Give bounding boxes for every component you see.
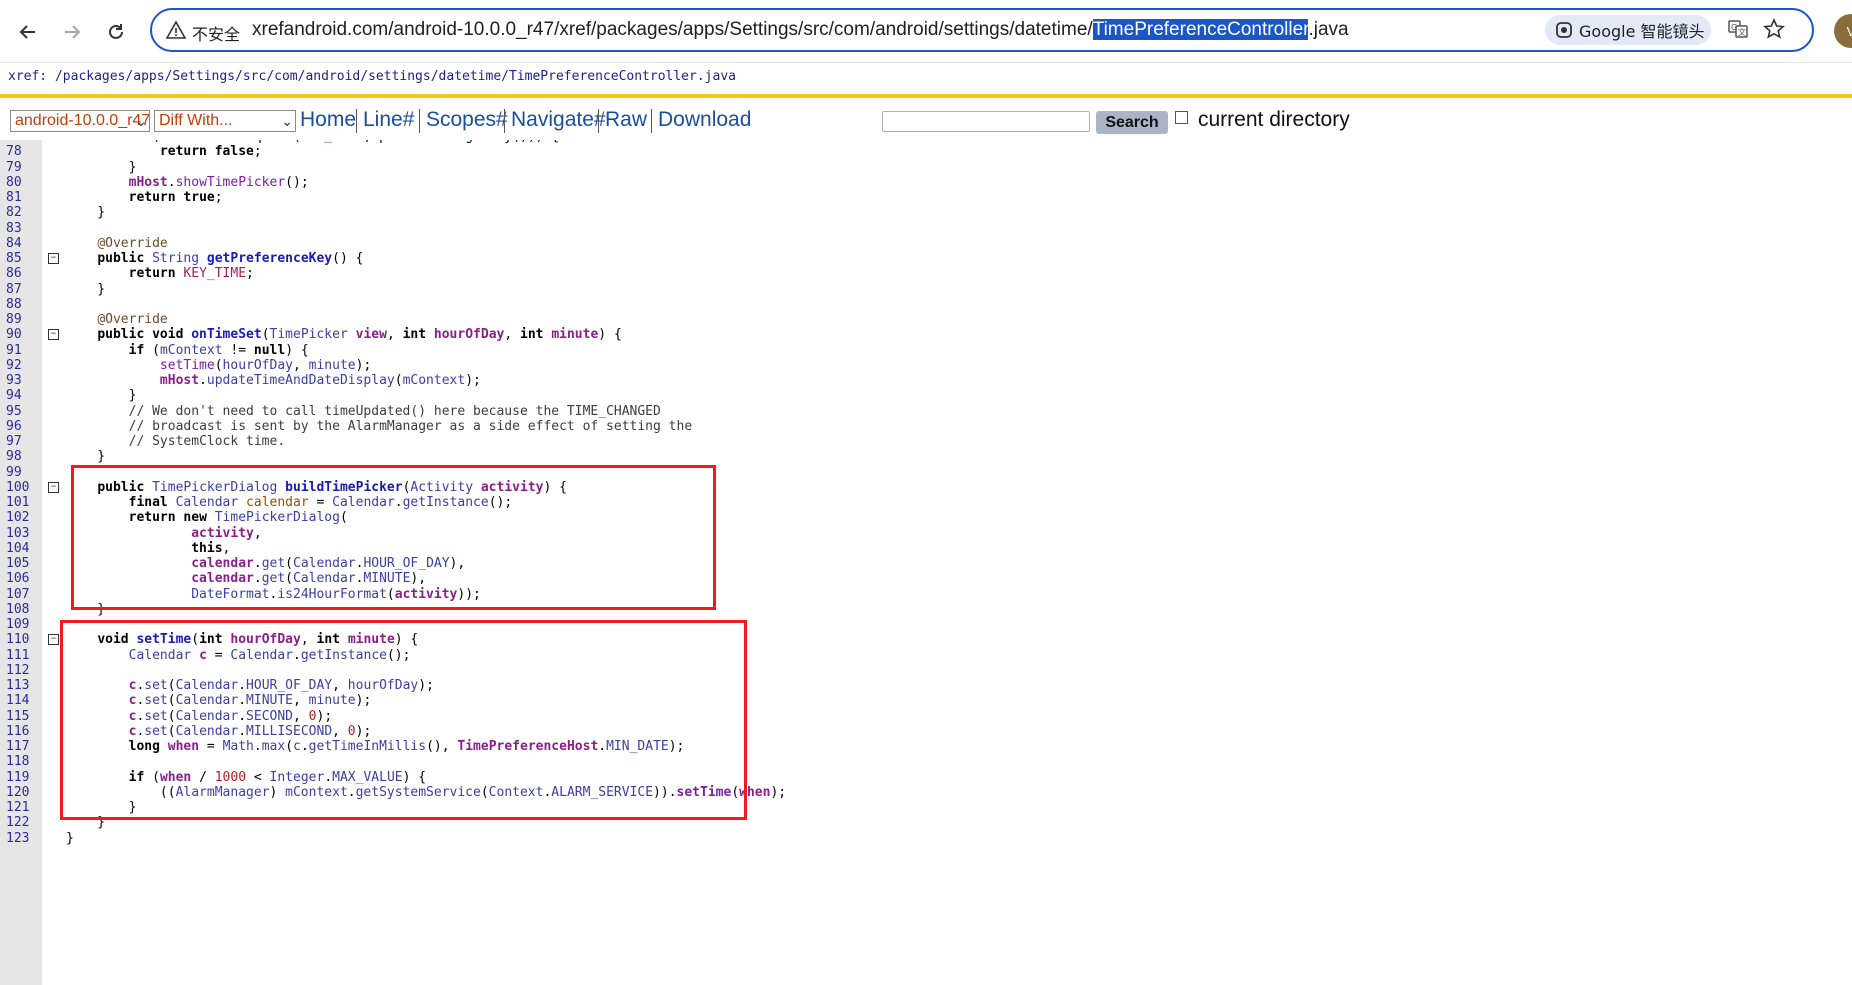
breadcrumb-separator: / (235, 69, 243, 84)
chevron-down-icon: ⌄ (281, 113, 293, 129)
toolbar-link-line-number[interactable]: Line# (363, 108, 414, 132)
breadcrumb-link[interactable]: apps (133, 69, 164, 84)
breadcrumb-link[interactable]: android (305, 69, 360, 84)
breadcrumb-prefix: xref: / (8, 69, 63, 84)
reload-icon (109, 24, 123, 39)
warning-triangle-icon (166, 20, 186, 39)
url-suffix: .java (1308, 19, 1349, 40)
search-button[interactable]: Search (1096, 111, 1168, 134)
toolbar-link-scopes[interactable]: Scopes# (426, 108, 508, 132)
breadcrumb-separator: / (360, 69, 369, 84)
current-directory-label: current directory (1198, 108, 1350, 131)
search-input[interactable] (882, 111, 1090, 132)
google-lens-button[interactable]: Google 智能镜头 (1545, 15, 1711, 45)
url-text[interactable]: xrefandroid.com/android-10.0.0_r47/xref/… (252, 19, 1349, 41)
fold-toggle-icon[interactable]: − (48, 634, 59, 646)
breadcrumb-separator: / (501, 69, 509, 84)
url-selected-text: TimePreferenceController (1092, 19, 1309, 40)
highlight-box-buildTimePicker (71, 465, 716, 610)
breadcrumb-link[interactable]: packages (63, 69, 126, 84)
forward-button[interactable] (54, 14, 90, 50)
toolbar-separator (651, 109, 652, 133)
line-number-link[interactable]: 123 (6, 830, 36, 848)
breadcrumb-separator: / (266, 69, 275, 84)
code-text: } (66, 830, 74, 846)
toolbar-link-raw[interactable]: Raw (605, 108, 647, 132)
translate-icon[interactable]: G文 (1727, 18, 1749, 40)
profile-avatar[interactable]: V (1834, 14, 1852, 48)
toolbar-link-download[interactable]: Download (658, 108, 751, 132)
breadcrumb-file[interactable]: TimePreferenceController.java (509, 69, 736, 84)
arrow-right-icon (65, 25, 81, 39)
breadcrumb: xref: /packages/apps/Settings/src/com/an… (8, 69, 736, 84)
xref-toolbar: android-10.0.0_r47 ⌄ Diff With... ⌄ Home Li… (0, 98, 1852, 140)
svg-text:G: G (1731, 23, 1737, 32)
source-code-view: 77 if (!TextUtils.equals(KEY_TIME, prefe… (0, 140, 1852, 985)
breadcrumb-link[interactable]: src (243, 69, 266, 84)
toolbar-separator (356, 109, 357, 133)
version-select[interactable]: android-10.0.0_r47 ⌄ (10, 110, 150, 132)
browser-toolbar: 不安全 xrefandroid.com/android-10.0.0_r47/x… (0, 0, 1852, 63)
toolbar-separator (419, 109, 420, 133)
diff-with-select[interactable]: Diff With... ⌄ (154, 110, 296, 132)
toolbar-separator (598, 109, 599, 133)
fold-toggle-icon[interactable]: − (48, 481, 59, 493)
breadcrumb-link[interactable]: com (274, 69, 297, 84)
toolbar-link-home[interactable]: Home (300, 108, 356, 132)
avatar-letter: V (1846, 23, 1852, 39)
breadcrumb-link[interactable]: Settings (172, 69, 235, 84)
toolbar-link-navigate[interactable]: Navigate# (511, 108, 606, 132)
address-bar[interactable]: 不安全 xrefandroid.com/android-10.0.0_r47/x… (150, 8, 1814, 52)
diff-with-select-value: Diff With... (159, 112, 233, 129)
chevron-down-icon: ⌄ (135, 113, 147, 129)
bookmark-star-icon[interactable] (1763, 18, 1785, 40)
breadcrumb-separator: / (430, 69, 439, 84)
code-line: 123} (0, 830, 1852, 848)
reload-button[interactable] (98, 14, 134, 50)
breadcrumb-link[interactable]: datetime (439, 69, 502, 84)
highlight-box-setTime (60, 620, 747, 820)
url-prefix: xrefandroid.com/android-10.0.0_r47/xref/… (252, 19, 1093, 40)
fold-toggle-icon[interactable]: − (48, 253, 59, 264)
svg-text:文: 文 (1738, 27, 1746, 37)
back-button[interactable] (10, 14, 46, 50)
toolbar-separator (504, 109, 505, 133)
fold-toggle-icon[interactable]: − (48, 329, 59, 341)
version-select-value: android-10.0.0_r47 (15, 112, 150, 129)
arrow-left-icon (19, 25, 35, 39)
breadcrumb-link[interactable]: settings (368, 69, 431, 84)
lens-icon (1556, 22, 1572, 38)
security-label[interactable]: 不安全 (192, 21, 240, 45)
current-directory-checkbox[interactable] (1175, 111, 1188, 124)
lens-label: Google 智能镜头 (1579, 22, 1705, 41)
